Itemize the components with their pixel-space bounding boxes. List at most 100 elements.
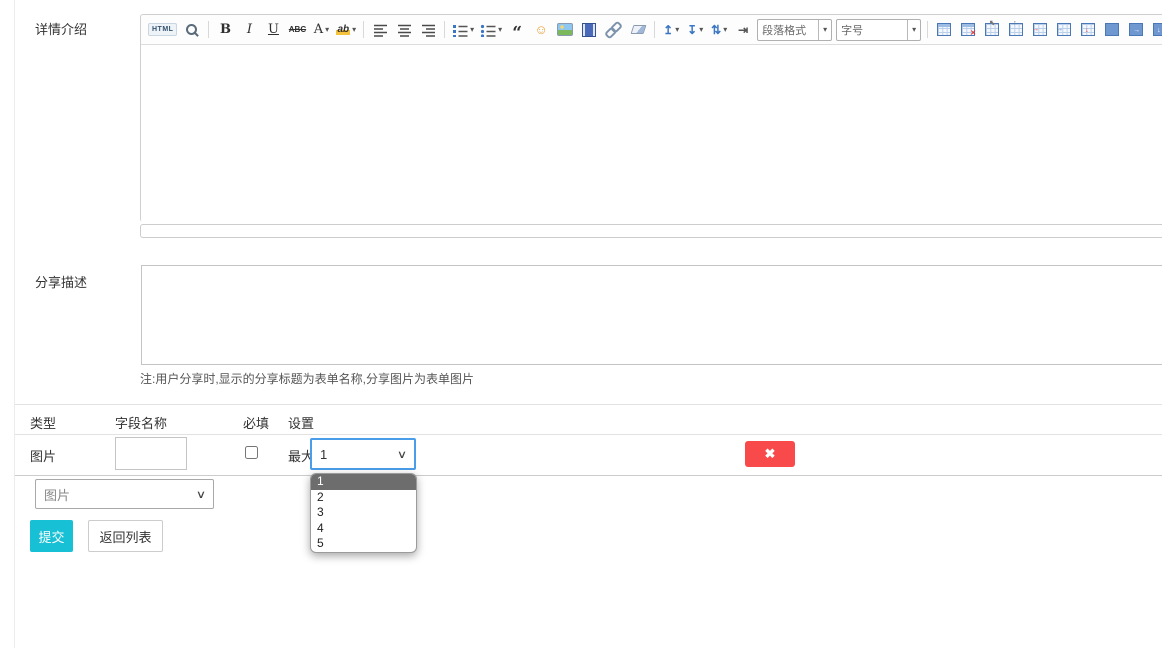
- share-desc-textarea[interactable]: [141, 265, 1162, 365]
- strikethrough-button[interactable]: ABC: [286, 19, 308, 41]
- add-field-type-select[interactable]: 图片 ∨: [35, 479, 214, 509]
- insert-link-button[interactable]: [602, 19, 625, 41]
- caret-down-icon: ▾: [699, 25, 703, 34]
- toolbar-separator: [444, 21, 445, 38]
- back-to-list-button[interactable]: 返回列表: [88, 520, 163, 552]
- emoticon-button[interactable]: ☺: [530, 19, 552, 41]
- align-center-icon: [397, 23, 412, 37]
- blockquote-button[interactable]: “: [506, 19, 528, 41]
- font-color-button[interactable]: A▾: [310, 19, 332, 41]
- ordered-list-icon: [452, 23, 468, 37]
- dropdown-option-2[interactable]: 2: [311, 490, 416, 506]
- indent-button[interactable]: ⇥: [732, 19, 754, 41]
- chevron-down-icon: ∨: [196, 488, 216, 501]
- bullet-list-icon: [480, 23, 496, 37]
- max-count-select[interactable]: 1 ∨: [310, 438, 416, 470]
- cell-merge-icon: [1105, 23, 1119, 36]
- italic-button[interactable]: I: [238, 19, 260, 41]
- html-source-button[interactable]: HTML: [146, 19, 179, 41]
- add-field-type-value: 图片: [36, 485, 70, 504]
- image-icon: [557, 23, 573, 36]
- blockquote-icon: “: [512, 22, 522, 38]
- font-size-value: 字号: [837, 20, 907, 40]
- table-row-divider: [15, 475, 1162, 476]
- dropdown-option-4[interactable]: 4: [311, 521, 416, 537]
- delete-table-button[interactable]: ✕: [957, 19, 979, 41]
- caret-down-icon: ▾: [723, 25, 727, 34]
- toolbar-separator: [363, 21, 364, 38]
- insert-row-below-button[interactable]: →: [1029, 19, 1051, 41]
- toolbar-separator: [927, 21, 928, 38]
- paragraph-format-value: 段落格式: [758, 20, 818, 40]
- col-header-settings: 设置: [288, 413, 314, 432]
- chevron-down-icon: ∨: [397, 448, 417, 461]
- insert-image-button[interactable]: [554, 19, 576, 41]
- row-down-button[interactable]: ↓: [1149, 19, 1162, 41]
- font-color-icon: A: [314, 22, 323, 37]
- insert-media-button[interactable]: [578, 19, 600, 41]
- insert-table-button[interactable]: [933, 19, 955, 41]
- preview-button[interactable]: [181, 19, 203, 41]
- row-right-icon: →: [1129, 23, 1143, 36]
- underline-icon: U: [268, 22, 279, 37]
- bullet-list-button[interactable]: ▾: [478, 19, 504, 41]
- emoticon-icon: ☺: [535, 22, 548, 37]
- margin-bottom-button[interactable]: ↧▾: [684, 19, 706, 41]
- col-header-required: 必填: [243, 413, 269, 432]
- required-checkbox[interactable]: [245, 446, 258, 459]
- editor-content-area[interactable]: [141, 45, 1162, 223]
- col-header-type: 类型: [30, 413, 56, 432]
- remove-format-button[interactable]: [627, 19, 649, 41]
- delete-row-icon: ↓: [1081, 23, 1095, 36]
- table-top-divider: [15, 404, 1162, 405]
- eraser-icon: [630, 25, 646, 34]
- line-height-button[interactable]: ⇅▾: [708, 19, 730, 41]
- align-center-button[interactable]: [393, 19, 415, 41]
- font-size-select[interactable]: 字号▾: [836, 19, 921, 41]
- align-right-button[interactable]: [417, 19, 439, 41]
- field-name-input[interactable]: [115, 437, 187, 470]
- ordered-list-button[interactable]: ▾: [450, 19, 476, 41]
- highlight-color-button[interactable]: ab▾: [334, 19, 358, 41]
- html-source-icon: HTML: [148, 23, 177, 36]
- caret-down-icon: ▾: [325, 25, 329, 34]
- delete-row-button[interactable]: ↓: [1077, 19, 1099, 41]
- insert-row-above-button[interactable]: ↑: [1005, 19, 1027, 41]
- caret-down-icon: ▾: [818, 20, 831, 40]
- submit-button[interactable]: 提交: [30, 520, 73, 552]
- underline-button[interactable]: U: [262, 19, 284, 41]
- insert-col-left-button[interactable]: →: [1053, 19, 1075, 41]
- caret-down-icon: ▾: [675, 25, 679, 34]
- line-height-icon: ⇅: [711, 23, 721, 37]
- editor-status-bar: [140, 224, 1162, 238]
- bold-button[interactable]: B: [214, 19, 236, 41]
- bold-icon: B: [220, 22, 231, 37]
- strikethrough-icon: ABC: [289, 25, 306, 34]
- preview-icon: [186, 24, 198, 36]
- insert-row-above-icon: ↑: [1009, 23, 1023, 36]
- caret-down-icon: ▾: [907, 20, 920, 40]
- delete-field-button[interactable]: ✖: [745, 441, 795, 467]
- row-right-button[interactable]: →: [1125, 19, 1147, 41]
- table-header-divider: [15, 434, 1162, 435]
- media-icon: [582, 23, 596, 37]
- paragraph-format-select[interactable]: 段落格式▾: [757, 19, 832, 41]
- cell-props-icon: ⬉: [985, 23, 999, 36]
- dropdown-option-1[interactable]: 1: [311, 474, 416, 490]
- align-left-button[interactable]: [369, 19, 391, 41]
- dropdown-option-5[interactable]: 5: [311, 536, 416, 552]
- caret-down-icon: ▾: [498, 25, 502, 34]
- share-desc-label: 分享描述: [35, 272, 87, 291]
- margin-bottom-icon: ↧: [687, 23, 697, 37]
- margin-top-button[interactable]: ↥▾: [660, 19, 682, 41]
- cell-props-button[interactable]: ⬉: [981, 19, 1003, 41]
- editor-toolbar: HTML B I U ABC A▾ ab▾ ▾ ▾ “ ☺ ↥▾ ↧▾ ⇅▾ ⇥…: [141, 15, 1162, 45]
- dropdown-option-3[interactable]: 3: [311, 505, 416, 521]
- max-count-dropdown: 1 2 3 4 5: [310, 473, 417, 553]
- insert-table-icon: [937, 23, 951, 36]
- insert-col-left-icon: →: [1057, 23, 1071, 36]
- margin-top-icon: ↥: [663, 23, 673, 37]
- delete-x-icon: ✖: [765, 446, 776, 462]
- caret-down-icon: ▾: [470, 25, 474, 34]
- cell-merge-button[interactable]: [1101, 19, 1123, 41]
